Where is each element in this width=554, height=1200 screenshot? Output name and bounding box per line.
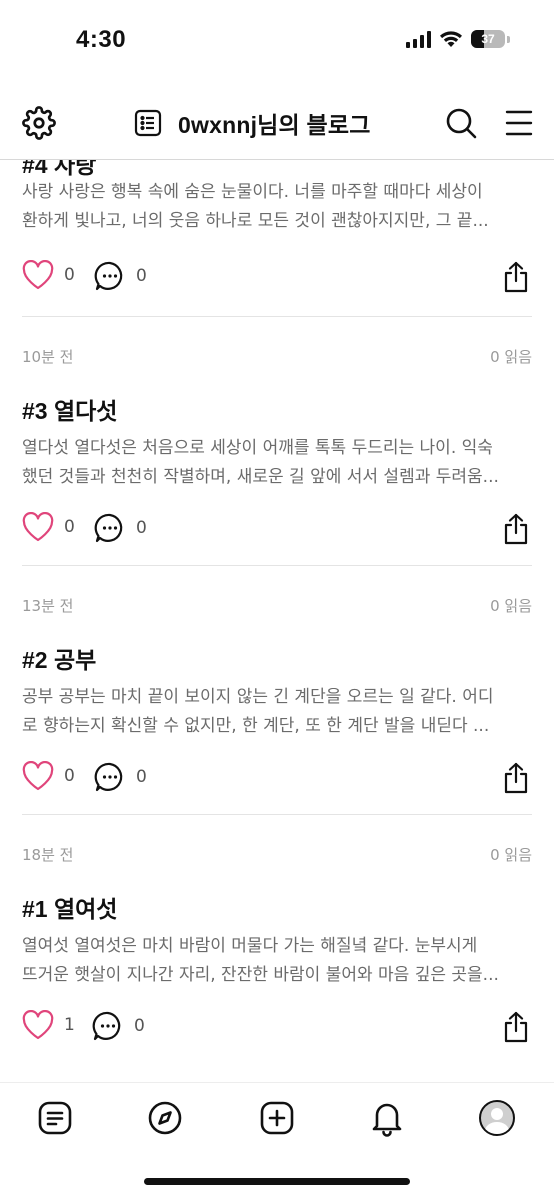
comment-button[interactable]: 0 <box>94 260 147 292</box>
comment-count: 0 <box>136 767 147 787</box>
share-button[interactable] <box>502 512 530 550</box>
post-time: 13분 전 <box>22 597 74 615</box>
post-meta: 13분 전 0 읽음 <box>22 595 532 619</box>
excerpt-line: 사랑 사랑은 행복 속에 숨은 눈물이다. 너를 마주할 때마다 세상이 <box>22 182 483 202</box>
like-count: 0 <box>64 766 75 786</box>
post-title[interactable]: #2 공부 <box>22 641 532 675</box>
nav-profile[interactable] <box>478 1099 516 1137</box>
hamburger-menu-icon <box>505 110 533 136</box>
post-actions: 0 0 <box>22 260 532 300</box>
heart-icon <box>22 512 54 542</box>
nav-discover[interactable] <box>146 1099 184 1137</box>
share-icon <box>504 513 528 545</box>
comment-count: 0 <box>136 518 147 538</box>
like-button[interactable]: 0 <box>22 761 75 791</box>
share-icon <box>504 762 528 794</box>
compass-icon <box>148 1101 182 1135</box>
post-actions: 0 0 <box>22 512 532 552</box>
comment-count: 0 <box>136 266 147 286</box>
post-time: 10분 전 <box>22 348 74 366</box>
post-excerpt[interactable]: 공부 공부는 마치 끝이 보이지 않는 긴 계단을 오르는 일 같다. 어디 로… <box>22 683 524 741</box>
post-title[interactable]: #3 열다섯 <box>22 392 532 426</box>
status-bar: 4:30 37 <box>0 0 554 84</box>
post-excerpt[interactable]: 열여섯 열여섯은 마치 바람이 머물다 가는 해질녘 같다. 눈부시게 뜨거운 … <box>22 932 524 990</box>
excerpt-line: 열다섯 열다섯은 처음으로 세상이 어깨를 톡톡 두드리는 나이. 익숙 <box>22 438 493 458</box>
bell-icon <box>372 1103 402 1137</box>
like-count: 1 <box>64 1015 75 1035</box>
share-icon <box>504 1011 528 1043</box>
post-title[interactable]: #1 열여섯 <box>22 890 532 924</box>
wifi-icon <box>440 31 462 47</box>
cellular-signal-icon <box>406 30 431 48</box>
excerpt-line: 공부 공부는 마치 끝이 보이지 않는 긴 계단을 오르는 일 같다. 어디 <box>22 687 494 707</box>
like-count: 0 <box>64 265 75 285</box>
share-button[interactable] <box>502 1010 530 1048</box>
nav-feed[interactable] <box>36 1099 74 1137</box>
nav-write[interactable] <box>258 1099 296 1137</box>
status-icons: 37 <box>406 30 510 48</box>
like-button[interactable]: 1 <box>22 1010 75 1040</box>
post-meta: 18분 전 0 읽음 <box>22 844 532 868</box>
post-reads: 0 읽음 <box>490 597 532 615</box>
like-count: 0 <box>64 517 75 537</box>
plus-icon <box>260 1101 294 1135</box>
avatar <box>479 1100 515 1136</box>
heart-icon <box>22 761 54 791</box>
excerpt-line: 환하게 빛나고, 너의 웃음 하나로 모든 것이 괜찮아지지만, 그 끝... <box>22 211 489 231</box>
excerpt-line: 뜨거운 햇살이 지나간 자리, 잔잔한 바람이 불어와 마음 깊은 곳을... <box>22 965 499 985</box>
post-item[interactable]: 10분 전 0 읽음 #3 열다섯 열다섯 열다섯은 처음으로 세상이 어깨를 … <box>22 346 532 552</box>
heart-icon <box>22 260 54 290</box>
home-indicator <box>144 1178 410 1185</box>
comment-bubble-icon <box>94 513 123 543</box>
like-button[interactable]: 0 <box>22 512 75 542</box>
comment-count: 0 <box>134 1016 145 1036</box>
divider <box>22 316 532 317</box>
share-button[interactable] <box>502 761 530 799</box>
post-meta: 10분 전 0 읽음 <box>22 346 532 370</box>
comment-bubble-icon <box>92 1011 121 1041</box>
list-icon <box>134 109 162 137</box>
comment-button[interactable]: 0 <box>92 1010 145 1042</box>
share-icon <box>504 261 528 293</box>
post-excerpt[interactable]: 열다섯 열다섯은 처음으로 세상이 어깨를 톡톡 두드리는 나이. 익숙 했던 … <box>22 434 524 492</box>
search-icon <box>446 108 477 139</box>
post-reads: 0 읽음 <box>490 348 532 366</box>
post-title[interactable]: #4 사랑 <box>22 160 96 180</box>
blog-title-button[interactable]: 0wxnnj님의 블로그 <box>134 106 371 140</box>
battery-level: 37 <box>481 32 495 46</box>
heart-icon <box>22 1010 54 1040</box>
excerpt-line: 했던 것들과 천천히 작별하며, 새로운 길 앞에 서서 설렘과 두려움... <box>22 467 499 487</box>
comment-bubble-icon <box>94 762 123 792</box>
share-button[interactable] <box>502 260 530 298</box>
comment-bubble-icon <box>94 261 123 291</box>
comment-button[interactable]: 0 <box>94 512 147 544</box>
gear-icon <box>22 106 56 140</box>
post-item[interactable]: 18분 전 0 읽음 #1 열여섯 열여섯 열여섯은 마치 바람이 머물다 가는… <box>22 844 532 1050</box>
nav-notifications[interactable] <box>368 1099 406 1137</box>
menu-button[interactable] <box>504 106 534 140</box>
post-item[interactable]: 13분 전 0 읽음 #2 공부 공부 공부는 마치 끝이 보이지 않는 긴 계… <box>22 595 532 801</box>
settings-button[interactable] <box>22 106 56 140</box>
battery-icon: 37 <box>471 30 505 48</box>
divider <box>22 565 532 566</box>
divider <box>22 814 532 815</box>
comment-button[interactable]: 0 <box>94 761 147 793</box>
post-actions: 1 0 <box>22 1010 532 1050</box>
excerpt-line: 로 향하는지 확신할 수 없지만, 한 계단, 또 한 계단 발을 내딛다 ..… <box>22 716 490 736</box>
post-excerpt[interactable]: 사랑 사랑은 행복 속에 숨은 눈물이다. 너를 마주할 때마다 세상이 환하게… <box>22 178 524 236</box>
post-feed[interactable]: #4 사랑 사랑 사랑은 행복 속에 숨은 눈물이다. 너를 마주할 때마다 세… <box>0 160 554 1082</box>
excerpt-line: 열여섯 열여섯은 마치 바람이 머물다 가는 해질녘 같다. 눈부시게 <box>22 936 478 956</box>
post-actions: 0 0 <box>22 761 532 801</box>
feed-icon <box>38 1101 72 1135</box>
blog-header: 0wxnnj님의 블로그 <box>0 92 554 160</box>
post-time: 18분 전 <box>22 846 74 864</box>
blog-title: 0wxnnj님의 블로그 <box>178 112 371 138</box>
battery-tip <box>507 35 510 43</box>
post-reads: 0 읽음 <box>490 846 532 864</box>
like-button[interactable]: 0 <box>22 260 75 290</box>
status-time: 4:30 <box>76 26 127 53</box>
search-button[interactable] <box>444 106 478 140</box>
